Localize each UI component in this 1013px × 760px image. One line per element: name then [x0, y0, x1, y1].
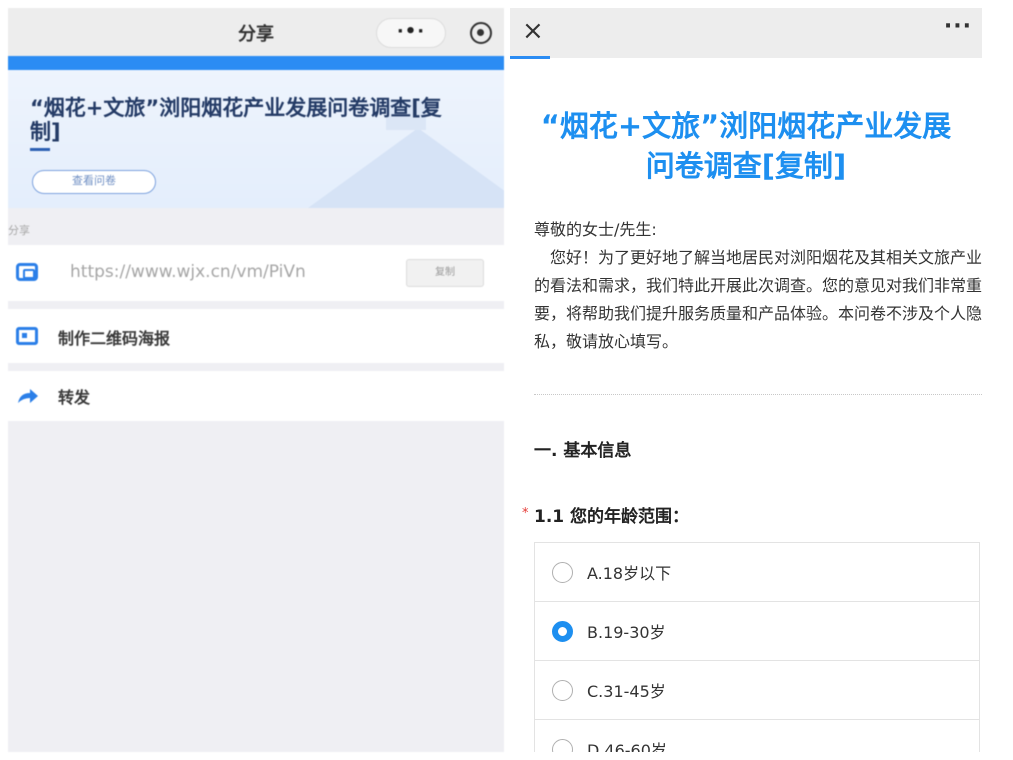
- question-title: 1.1 您的年龄范围：: [534, 507, 690, 527]
- share-link-row: https://www.wjx.cn/vm/PiVn 复制: [8, 245, 504, 301]
- progress-indicator: [510, 56, 550, 59]
- option-a[interactable]: A.18岁以下: [535, 543, 979, 602]
- radio-button[interactable]: [552, 739, 573, 752]
- intro-greeting: 尊敬的女士/先生:: [534, 220, 657, 239]
- close-icon[interactable]: ×: [522, 16, 544, 46]
- forward-label: 转发: [58, 388, 91, 407]
- survey-title: “烟花+文旅”浏阳烟花产业发展问卷调查[复制]: [540, 109, 952, 183]
- card-title-underline: [30, 148, 50, 151]
- survey-intro: 尊敬的女士/先生: 您好！为了更好地了解当地居民对浏阳烟花及其相关文旅产业的看法…: [534, 216, 982, 356]
- forward-row[interactable]: 转发: [8, 371, 504, 421]
- option-label: B.19-30岁: [587, 623, 666, 642]
- view-survey-button[interactable]: 查看问卷: [32, 170, 156, 194]
- target-icon[interactable]: [470, 22, 492, 44]
- required-mark: *: [522, 506, 529, 521]
- survey-header: × ···: [510, 8, 982, 59]
- link-icon: [16, 263, 38, 281]
- option-label: C.31-45岁: [587, 682, 666, 701]
- survey-page: × ··· “烟花+文旅”浏阳烟花产业发展问卷调查[复制] 尊敬的女士/先生: …: [510, 8, 982, 752]
- share-url: https://www.wjx.cn/vm/PiVn: [70, 262, 306, 282]
- divider: [534, 394, 982, 395]
- radio-button[interactable]: [552, 562, 573, 583]
- copy-button[interactable]: 复制: [406, 259, 484, 287]
- survey-card: “烟花+文旅”浏阳烟花产业发展问卷调查[复制] 查看问卷: [8, 70, 504, 208]
- header-strip: [8, 56, 504, 70]
- more-icon[interactable]: ···: [944, 14, 972, 39]
- answer-options: A.18岁以下 B.19-30岁 C.31-45岁 D.46-60岁: [534, 542, 980, 752]
- option-label: A.18岁以下: [587, 564, 672, 583]
- option-label: D.46-60岁: [587, 741, 667, 752]
- option-d[interactable]: D.46-60岁: [535, 720, 979, 752]
- intro-text: 您好！为了更好地了解当地居民对浏阳烟花及其相关文旅产业的看法和需求，我们特此开展…: [534, 248, 982, 351]
- more-menu-button[interactable]: ·•·: [376, 18, 446, 48]
- radio-button-selected[interactable]: [552, 621, 573, 642]
- option-c[interactable]: C.31-45岁: [535, 661, 979, 720]
- option-b[interactable]: B.19-30岁: [535, 602, 979, 661]
- share-header: 分享 ·•·: [8, 8, 504, 56]
- qr-poster-row[interactable]: 制作二维码海报: [8, 309, 504, 363]
- share-section-label: 分享: [8, 224, 30, 237]
- qrcode-icon: [16, 327, 38, 345]
- card-title: “烟花+文旅”浏阳烟花产业发展问卷调查[复制]: [30, 96, 442, 144]
- forward-icon: [16, 387, 38, 405]
- radio-button[interactable]: [552, 680, 573, 701]
- section-title: 一. 基本信息: [534, 441, 632, 461]
- qr-poster-label: 制作二维码海报: [58, 329, 171, 348]
- share-panel: 分享 ·•· “烟花+文旅”浏阳烟花产业发展问卷调查[复制] 查看问卷 分享 h…: [8, 8, 504, 752]
